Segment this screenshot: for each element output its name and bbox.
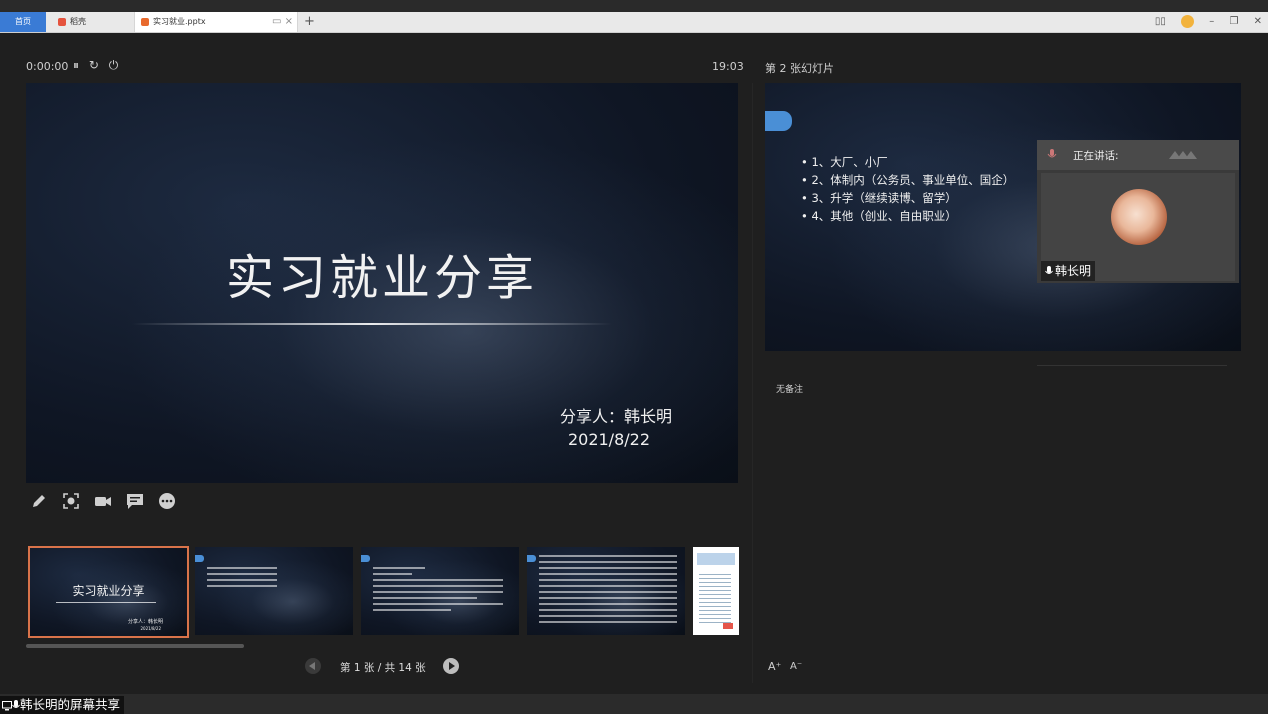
tab-close-icon[interactable]: ▭ ×: [272, 12, 293, 32]
power-icon[interactable]: ⏻: [109, 58, 119, 72]
page-indicator: 第 1 张 / 共 14 张: [340, 662, 426, 674]
tab-file[interactable]: 实习就业.pptx ▭ ×: [134, 12, 298, 32]
thumbnail-strip: 实习就业分享 分享人：韩长明 2021/8/22: [28, 546, 740, 638]
layout-icon[interactable]: ▯▯: [1155, 12, 1166, 32]
next-slide-button[interactable]: [443, 658, 459, 674]
tab-docer-label: 稻壳: [70, 17, 86, 26]
thumbnail-5[interactable]: [693, 547, 739, 635]
thumbnail-divider: [56, 602, 156, 603]
pane-divider: [752, 83, 753, 683]
tab-home[interactable]: 首页: [0, 12, 46, 32]
mic-icon: [1047, 149, 1057, 158]
new-tab-button[interactable]: +: [304, 12, 315, 32]
coin-icon[interactable]: [1181, 14, 1195, 28]
screen-share-label[interactable]: 韩长明的屏幕共享: [0, 696, 125, 714]
notes-separator: [1037, 365, 1227, 366]
thumbnail-presenter: 分享人：韩长明: [127, 619, 163, 625]
mic-icon: [1045, 266, 1053, 274]
list-item: 4、其他（创业、自由职业）: [801, 207, 1014, 225]
docer-icon: [58, 17, 66, 26]
restore-button[interactable]: ❐: [1229, 12, 1238, 32]
pen-icon[interactable]: [30, 492, 48, 510]
next-slide-title: 第 2 张幻灯片: [765, 62, 834, 75]
slide-tag: [361, 555, 370, 562]
thumbnail-scrollbar[interactable]: [26, 644, 244, 648]
thumbnail-text: [207, 567, 277, 591]
close-button[interactable]: ✕: [1254, 12, 1262, 32]
pptx-icon: [141, 17, 149, 26]
slide-tag: [195, 555, 204, 562]
thumbnail-3[interactable]: [361, 547, 519, 635]
thumbnail-text: [539, 555, 677, 627]
tab-bar: 首页 稻壳 实习就业.pptx ▭ ×: [0, 12, 1268, 33]
speaker-name: 韩长明: [1055, 264, 1092, 278]
thumbnail-title: 实习就业分享: [72, 584, 145, 598]
speaker-notes: 无备注: [776, 385, 804, 395]
tab-file-label: 实习就业.pptx: [153, 17, 206, 26]
window-controls: ▯▯ – ❐ ✕: [1143, 12, 1262, 32]
thumbnail-2[interactable]: [195, 547, 353, 635]
speaker-name-tag: 韩长明: [1041, 261, 1096, 281]
minimize-button[interactable]: –: [1209, 12, 1214, 32]
thumbnail-4[interactable]: [527, 547, 685, 635]
slide-presenter: 分享人：韩长明: [559, 407, 672, 426]
chat-icon[interactable]: [126, 492, 144, 510]
prev-slide-button[interactable]: [305, 658, 321, 674]
font-decrease-button[interactable]: A⁻: [790, 661, 802, 672]
monitor-icon: [2, 700, 12, 710]
timer-controls: ⏸ ↻ ⏻: [73, 58, 124, 73]
thumbnail-date: 2021/8/22: [140, 626, 161, 631]
spotlight-icon[interactable]: [62, 492, 80, 510]
restart-icon[interactable]: ↻: [89, 58, 99, 72]
elapsed-timer: 0:00:00: [26, 60, 69, 73]
slide-date: 2021/8/22: [567, 430, 650, 449]
list-item: 1、大厂、小厂: [801, 153, 1014, 171]
slide-divider: [132, 323, 612, 325]
next-slide-list: 1、大厂、小厂 2、体制内（公务员、事业单位、国企） 3、升学（继续读博、留学）…: [801, 153, 1014, 225]
more-icon[interactable]: [158, 492, 176, 510]
thumbnail-text: [373, 567, 503, 615]
share-label-text: 韩长明的屏幕共享: [20, 697, 121, 712]
slide-tag: [765, 111, 792, 131]
title-bar: [0, 0, 1268, 12]
speaking-label: 正在讲话:: [1073, 150, 1119, 162]
current-slide[interactable]: 实习就业分享 分享人：韩长明 2021/8/22: [26, 83, 738, 483]
avatar: [1111, 189, 1167, 245]
camera-icon[interactable]: [94, 492, 112, 510]
font-increase-button[interactable]: A⁺: [768, 660, 781, 673]
speaker-panel[interactable]: 正在讲话: 韩长明: [1037, 140, 1239, 283]
share-bar: [0, 694, 1268, 714]
list-item: 3、升学（继续读博、留学）: [801, 189, 1014, 207]
mic-icon: [12, 700, 20, 708]
pause-icon[interactable]: ⏸: [73, 58, 79, 72]
speaker-video: 韩长明: [1041, 173, 1235, 281]
list-item: 2、体制内（公务员、事业单位、国企）: [801, 171, 1014, 189]
audio-level-icon: [1169, 151, 1197, 159]
slide-title: 实习就业分享: [225, 250, 538, 306]
thumbnail-1[interactable]: 实习就业分享 分享人：韩长明 2021/8/22: [28, 546, 189, 638]
speaker-header: 正在讲话:: [1037, 140, 1239, 170]
slide-tag: [527, 555, 536, 562]
tab-docer[interactable]: 稻壳: [48, 12, 132, 32]
clock: 19:03: [712, 60, 744, 73]
